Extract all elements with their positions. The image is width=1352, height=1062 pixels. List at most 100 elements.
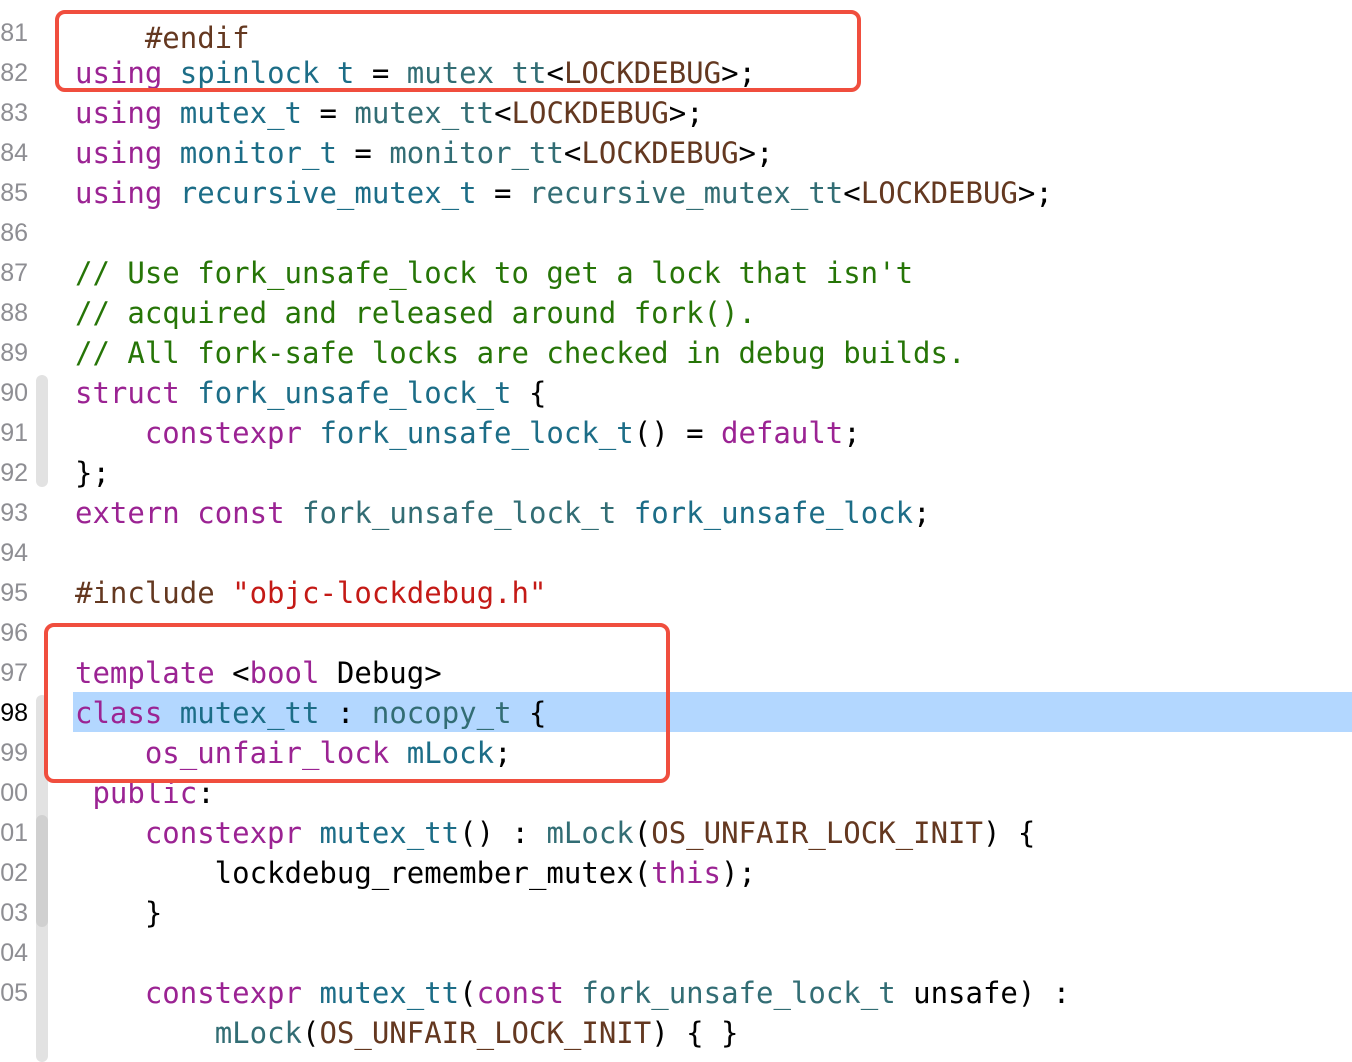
code-token: mutex_tt (354, 96, 495, 130)
code-line[interactable] (75, 213, 1352, 253)
code-token: { (511, 376, 547, 410)
code-token: () = (633, 416, 722, 450)
code-token: recursive_mutex_t (179, 176, 477, 210)
line-number[interactable]: 85 (0, 173, 28, 213)
code-token: default (721, 416, 844, 450)
code-token: mutex_t (179, 96, 302, 130)
fold-ribbon-struct[interactable] (36, 375, 48, 487)
line-number[interactable]: 90 (0, 373, 28, 413)
code-token: struct (75, 376, 180, 410)
line-number[interactable]: 86 (0, 213, 28, 253)
line-number[interactable]: 91 (0, 413, 28, 453)
code-line[interactable]: constexpr mutex_tt() : mLock(OS_UNFAIR_L… (75, 813, 1352, 853)
code-token: constexpr (144, 416, 302, 450)
line-number[interactable]: 96 (0, 613, 28, 653)
line-number[interactable]: 05 (0, 973, 28, 1013)
code-line[interactable]: // Use fork_unsafe_lock to get a lock th… (75, 253, 1352, 293)
code-line[interactable]: } (75, 893, 1352, 933)
code-token: // acquired and released around fork(). (75, 296, 756, 330)
line-number[interactable]: 00 (0, 773, 28, 813)
line-number[interactable]: 99 (0, 733, 28, 773)
code-token: fork_unsafe_lock_t (581, 976, 896, 1010)
line-number[interactable]: 98 (0, 693, 28, 733)
code-token: template (75, 656, 215, 690)
code-line[interactable]: #include "objc-lockdebug.h" (75, 573, 1352, 613)
code-token: < (843, 176, 861, 210)
line-number[interactable]: 83 (0, 93, 28, 133)
code-token: constexpr (144, 976, 302, 1010)
code-line[interactable]: constexpr fork_unsafe_lock_t() = default… (75, 413, 1352, 453)
line-number[interactable]: 03 (0, 893, 28, 933)
code-line[interactable] (75, 533, 1352, 573)
line-number[interactable]: 93 (0, 493, 28, 533)
code-token: }; (75, 456, 110, 490)
code-token: os_unfair_lock (144, 736, 390, 770)
code-editor[interactable]: #endif 81 82 83 84 85 86 87 88 89 90 91 92 93 94 95 96 9… (0, 0, 1352, 1062)
code-token: ) { (982, 816, 1036, 850)
line-number[interactable]: 89 (0, 333, 28, 373)
line-number[interactable]: 84 (0, 133, 28, 173)
code-token: Debug> (319, 656, 442, 690)
code-token: LOCKDEBUG (860, 176, 1018, 210)
code-token: unsafe) : (895, 976, 1071, 1010)
code-line[interactable]: using monitor_t = monitor_tt<LOCKDEBUG>; (75, 133, 1352, 173)
code-line[interactable]: extern const fork_unsafe_lock_t fork_uns… (75, 493, 1352, 533)
line-number[interactable]: 02 (0, 853, 28, 893)
code-token: = (336, 136, 390, 170)
code-token: #include (75, 576, 233, 610)
code-token: mLock (546, 816, 634, 850)
line-number[interactable]: 82 (0, 53, 28, 93)
code-line[interactable]: public: (75, 773, 1352, 813)
line-number[interactable]: 95 (0, 573, 28, 613)
code-token: fork_unsafe_lock_t (197, 376, 512, 410)
line-number[interactable]: 92 (0, 453, 28, 493)
code-line[interactable]: }; (75, 453, 1352, 493)
code-token: < (563, 136, 582, 170)
code-line[interactable]: using spinlock_t = mutex_tt<LOCKDEBUG>; (75, 53, 1352, 93)
code-line[interactable]: // acquired and released around fork(). (75, 293, 1352, 333)
code-line[interactable]: constexpr mutex_tt(const fork_unsafe_loc… (75, 973, 1352, 1013)
code-line[interactable]: os_unfair_lock mLock; (75, 733, 1352, 773)
line-number[interactable]: 88 (0, 293, 28, 333)
code-token: >; (1017, 176, 1053, 210)
code-token: fork_unsafe_lock (633, 496, 914, 530)
line-number[interactable]: 97 (0, 653, 28, 693)
code-token: >; (738, 136, 774, 170)
code-line[interactable]: template <bool Debug> (75, 653, 1352, 693)
fold-ribbon-ctor[interactable] (36, 815, 48, 927)
line-number[interactable]: 94 (0, 533, 28, 573)
code-line[interactable]: class mutex_tt : nocopy_t { (75, 693, 1352, 733)
code-line[interactable] (75, 13, 1352, 53)
code-token: const (476, 976, 564, 1010)
code-line[interactable]: mLock(OS_UNFAIR_LOCK_INIT) { } (75, 1013, 1352, 1053)
code-token: < (494, 96, 512, 130)
code-token: using (75, 176, 163, 210)
code-token: mLock (214, 1016, 302, 1050)
code-line[interactable]: struct fork_unsafe_lock_t { (75, 373, 1352, 413)
line-number[interactable]: 81 (0, 13, 28, 53)
code-line[interactable]: lockdebug_remember_mutex(this); (75, 853, 1352, 893)
code-token: >; (721, 56, 756, 90)
code-line[interactable] (75, 933, 1352, 973)
code-line[interactable] (75, 613, 1352, 653)
code-token: LOCKDEBUG (511, 96, 669, 130)
code-line[interactable]: using mutex_t = mutex_tt<LOCKDEBUG>; (75, 93, 1352, 133)
code-token: const (197, 496, 285, 530)
code-token: constexpr (144, 816, 302, 850)
code-token: ); (721, 856, 756, 890)
code-token: ; (494, 736, 512, 770)
code-line[interactable]: // All fork-safe locks are checked in de… (75, 333, 1352, 373)
code-line[interactable]: using recursive_mutex_t = recursive_mute… (75, 173, 1352, 213)
code-token: using (75, 96, 163, 130)
line-number[interactable]: 01 (0, 813, 28, 853)
code-token: mutex_tt (179, 696, 320, 730)
line-number[interactable]: 87 (0, 253, 28, 293)
code-token: = (354, 56, 407, 90)
line-number[interactable]: 04 (0, 933, 28, 973)
